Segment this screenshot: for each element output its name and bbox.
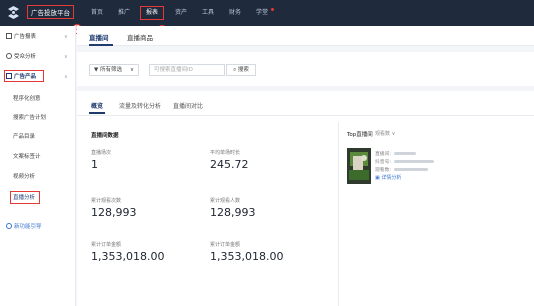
redacted-text xyxy=(394,160,435,163)
account-row: 抖音号: xyxy=(375,158,435,165)
audience-icon xyxy=(6,53,12,59)
content-tabs: 直播间 直播商品 xyxy=(77,26,534,46)
metric-value: 1,353,018.00 xyxy=(91,250,165,263)
active-tab-indicator xyxy=(89,44,113,46)
sidebar-guide-link[interactable]: 新功能引导 xyxy=(6,222,42,232)
metric-value: 245.72 xyxy=(210,158,249,171)
active-tab-indicator xyxy=(89,112,105,114)
sidebar-item-search-ads[interactable]: 搜索广告计划 xyxy=(13,113,46,123)
nav-assets[interactable]: 资产 xyxy=(175,0,187,26)
divider xyxy=(77,115,534,116)
panel-sort-select[interactable]: 观看数 ∨ xyxy=(375,130,395,137)
chevron-down-icon: ∨ xyxy=(64,54,68,60)
filter-bar: ▼ 所有筛选 ∨ 可搜索直播间ID ⌕ 搜索 xyxy=(77,52,534,86)
metric-value: 128,993 xyxy=(91,206,137,219)
search-input[interactable]: 可搜索直播间ID xyxy=(149,64,225,76)
report-icon xyxy=(6,33,12,39)
tab-live-products[interactable]: 直播商品 xyxy=(127,32,153,42)
tab-room-compare[interactable]: 直播间对比 xyxy=(173,101,203,110)
nav-finance[interactable]: 财务 xyxy=(229,0,241,26)
sidebar-item-catalog[interactable]: 产品目录 xyxy=(13,132,35,142)
tab-overview[interactable]: 概览 xyxy=(91,101,103,110)
room-name-row: 直播间: xyxy=(375,150,417,157)
search-button[interactable]: ⌕ 搜索 xyxy=(226,64,256,76)
top-live-room-panel: Top直播间 观看数 ∨ 直播间: 抖音号: 观看数: ▣ 详情分析 xyxy=(338,122,530,306)
metric-value: 1 xyxy=(91,158,98,171)
metric-label: 累计观看人数 xyxy=(210,198,241,204)
sidebar-item-video-analysis[interactable]: 视频分析 xyxy=(13,172,35,182)
metric-value: 1,353,018.00 xyxy=(210,250,284,263)
platform-logo-icon[interactable] xyxy=(6,5,21,20)
sidebar-group-reports[interactable]: 广告报表 xyxy=(6,32,36,42)
chevron-up-icon: ∧ xyxy=(64,74,68,80)
metric-label: 平均单场时长 xyxy=(210,150,241,156)
highlight-box-products xyxy=(4,70,44,82)
redacted-text xyxy=(394,168,429,171)
sidebar: 广告报表 ∨ 受众分析 ∨ 广告产品 ∧ 程序化创意 搜索广告计划 产品目录 文… xyxy=(0,26,76,306)
section-title: 直播间数据 xyxy=(91,133,119,139)
sidebar-group-audience[interactable]: 受众分析 xyxy=(6,52,36,62)
nav-promotion[interactable]: 推广 xyxy=(118,0,130,26)
top-navigation-bar: 广告投放平台 首页 推广 报表 资产 工具 财务 学堂 xyxy=(0,0,534,26)
live-room-thumbnail[interactable] xyxy=(347,148,371,184)
notification-dot xyxy=(271,8,274,11)
metric-value: 128,993 xyxy=(210,206,256,219)
sidebar-item-programmatic[interactable]: 程序化创意 xyxy=(13,94,41,104)
panel-title: Top直播间 xyxy=(347,132,373,138)
nav-tools[interactable]: 工具 xyxy=(202,0,214,26)
detail-analysis-link[interactable]: ▣ 详情分析 xyxy=(375,174,401,181)
metric-label: 累计观看次数 xyxy=(91,198,122,204)
tab-traffic-conversion[interactable]: 流量及转化分析 xyxy=(119,101,161,110)
highlight-box-reports xyxy=(140,6,164,20)
metric-label: 累计订单金额 xyxy=(210,242,241,248)
chevron-down-icon: ∨ xyxy=(129,67,134,73)
chevron-down-icon: ∨ xyxy=(64,34,68,40)
metric-label: 累计订单金额 xyxy=(91,242,122,248)
highlight-box-live-analysis xyxy=(10,191,40,204)
guide-icon xyxy=(6,223,12,229)
views-row: 观看数: xyxy=(375,166,429,173)
tab-live-room[interactable]: 直播间 xyxy=(89,32,109,42)
redacted-text xyxy=(394,152,417,155)
app-title[interactable]: 广告投放平台 xyxy=(27,5,74,19)
chevron-down-icon: ∨ xyxy=(391,131,396,137)
nav-home[interactable]: 首页 xyxy=(91,0,103,26)
sidebar-item-copy-tags[interactable]: 文案标签计 xyxy=(13,152,41,162)
thumbnail-image-icon xyxy=(347,148,371,184)
metric-label: 直播场次 xyxy=(91,150,112,156)
nav-academy[interactable]: 学堂 xyxy=(256,0,268,26)
filter-select[interactable]: ▼ 所有筛选 ∨ xyxy=(89,64,139,76)
